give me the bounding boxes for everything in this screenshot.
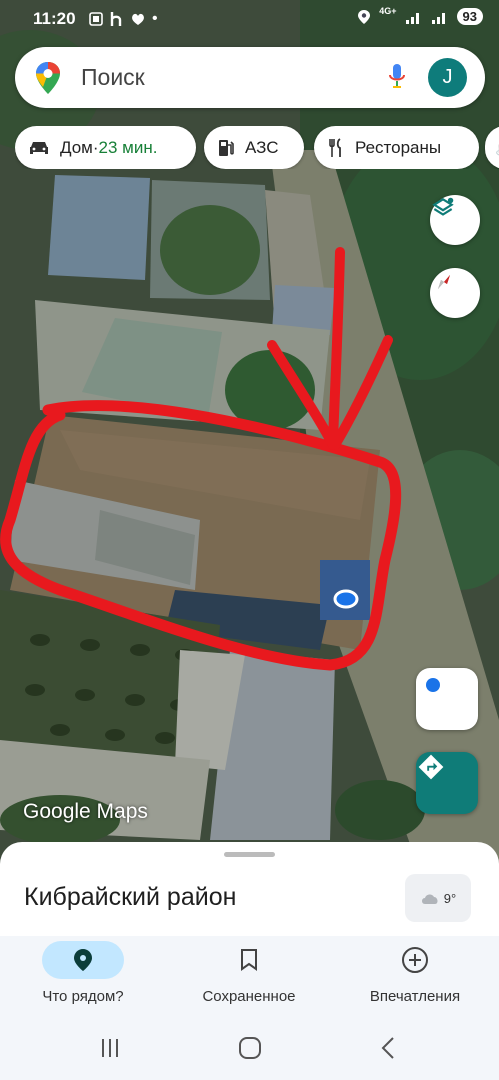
chat-heart-icon xyxy=(132,13,144,25)
layers-button[interactable] xyxy=(430,195,480,245)
tab-explore[interactable]: Что рядом? xyxy=(0,936,166,1018)
location-pin-icon xyxy=(74,949,92,971)
google-maps-logo-icon xyxy=(36,62,60,94)
search-input[interactable]: Поиск xyxy=(81,64,145,91)
tab-contribute-label: Впечатления xyxy=(369,988,461,1005)
my-location-button[interactable] xyxy=(416,668,478,730)
bottom-navigation: Что рядом? Сохраненное Впечатления xyxy=(0,936,499,1018)
network-type: 4G+ xyxy=(379,5,397,16)
compass-icon xyxy=(438,275,450,289)
current-location-dot xyxy=(333,589,359,609)
more-notifications-dot: • xyxy=(152,10,158,27)
clock: 11:20 xyxy=(33,9,76,28)
car-icon xyxy=(30,141,48,154)
my-location-icon xyxy=(426,678,440,692)
tab-contribute[interactable]: Впечатления xyxy=(332,936,498,1018)
tab-explore-icon-pill xyxy=(42,941,124,979)
gas-station-icon xyxy=(219,139,234,156)
chip-home-eta: 23 мин. xyxy=(98,137,158,157)
chip-more-icon: ☕ xyxy=(495,138,499,158)
battery-level: 93 xyxy=(456,8,483,25)
quick-chips-row: Дом · 23 мин. АЗС Рестораны ☕ xyxy=(15,126,499,169)
chip-home[interactable]: Дом · 23 мин. xyxy=(15,126,196,169)
microphone-icon[interactable] xyxy=(387,62,407,92)
app-h-icon xyxy=(110,12,122,26)
weather-chip[interactable]: 9° xyxy=(405,874,471,922)
cloud-icon xyxy=(421,894,438,904)
status-bar: 11:20 • 4G+ 93 xyxy=(0,0,499,38)
chip-restaurants[interactable]: Рестораны xyxy=(314,126,479,169)
directions-button[interactable] xyxy=(416,752,478,814)
chip-more[interactable]: ☕ xyxy=(485,126,499,169)
layers-icon xyxy=(432,197,454,216)
signal-icon-2 xyxy=(431,12,445,24)
add-circle-icon xyxy=(402,947,428,973)
home-icon[interactable] xyxy=(237,1036,263,1060)
tab-contribute-icon-wrap xyxy=(374,941,456,979)
bookmark-icon xyxy=(241,949,257,971)
account-avatar[interactable]: J xyxy=(428,58,467,97)
chip-restaurants-label: Рестораны xyxy=(355,137,442,157)
tab-saved-icon-wrap xyxy=(208,941,290,979)
recent-apps-icon[interactable] xyxy=(98,1036,122,1060)
system-indicators: 4G+ 93 xyxy=(357,5,483,25)
search-bar[interactable]: Поиск J xyxy=(15,47,485,108)
tab-explore-label: Что рядом? xyxy=(42,988,124,1005)
restaurant-icon xyxy=(329,137,341,157)
chip-gas-station[interactable]: АЗС xyxy=(204,126,304,169)
compass-button[interactable] xyxy=(430,268,480,318)
notification-icons: • xyxy=(88,10,158,28)
tab-saved-label: Сохраненное xyxy=(202,988,296,1005)
directions-icon xyxy=(418,754,444,780)
chip-home-label: Дом xyxy=(60,137,93,157)
sheet-drag-handle[interactable] xyxy=(224,852,275,857)
google-maps-attribution: Google Maps xyxy=(23,800,148,823)
bottom-sheet[interactable]: Кибрайский район 9° xyxy=(0,842,499,936)
location-status-icon xyxy=(358,9,371,24)
place-name: Кибрайский район xyxy=(24,883,237,911)
screenshot-icon xyxy=(89,12,103,26)
chip-gas-station-label: АЗС xyxy=(245,137,279,157)
tab-saved[interactable]: Сохраненное xyxy=(166,936,332,1018)
weather-temperature: 9° xyxy=(443,890,457,906)
back-icon[interactable] xyxy=(378,1036,398,1060)
signal-icon-1 xyxy=(405,12,419,24)
system-navigation-bar xyxy=(0,1018,499,1080)
